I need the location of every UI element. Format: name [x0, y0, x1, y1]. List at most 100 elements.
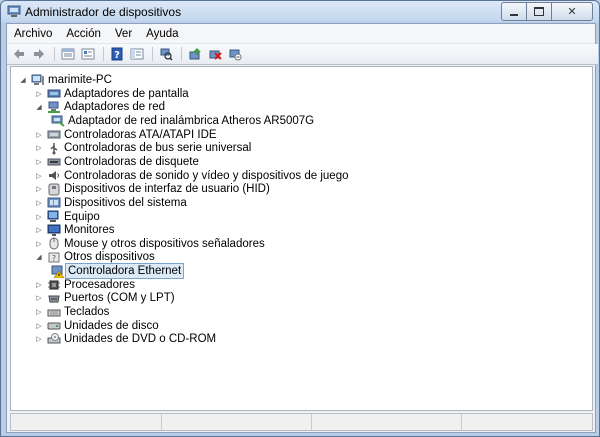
up-level-button[interactable] [59, 46, 77, 62]
device-manager-icon [7, 5, 21, 17]
disable-icon [229, 49, 242, 61]
tree-category-node[interactable]: ▷ Procesadores [35, 278, 135, 292]
expand-arrow-icon[interactable]: ▷ [35, 128, 43, 142]
expand-arrow-icon[interactable]: ▷ [35, 141, 43, 155]
display-adapter-icon [47, 89, 61, 98]
tree-category-node[interactable]: ▷ Dispositivos de interfaz de usuario (HI… [35, 182, 270, 196]
client-area: Archivo Acción Ver Ayuda ? ◢ marimite-PC… [6, 23, 598, 433]
usb-icon [50, 142, 58, 155]
tree-child-node[interactable]: Adaptador de red inalámbrica Atheros AR5… [51, 114, 314, 128]
tree-node-label: Controladoras de sonido y vídeo y dispos… [64, 169, 349, 182]
forward-icon [34, 49, 44, 59]
menu-ver[interactable]: Ver [108, 28, 139, 40]
expand-arrow-icon[interactable]: ▷ [35, 169, 43, 183]
expand-arrow-icon[interactable]: ▷ [35, 182, 43, 196]
system-devices-icon [47, 197, 61, 208]
expand-arrow-icon[interactable]: ▷ [35, 237, 43, 251]
tree-category-node[interactable]: ▷ Equipo [35, 210, 100, 224]
toolbar: ? [7, 44, 598, 65]
computer-icon [31, 74, 44, 85]
menu-archivo[interactable]: Archivo [7, 28, 59, 40]
disk-drive-icon [47, 322, 61, 330]
svg-text:?: ? [52, 254, 56, 263]
tree-category-node[interactable]: ▷ Unidades de DVD o CD-ROM [35, 332, 216, 346]
help-button[interactable]: ? [108, 46, 126, 62]
sound-icon [49, 171, 59, 181]
svg-text:?: ? [114, 50, 120, 61]
computer-icon [47, 210, 59, 222]
tree-node-label: Adaptadores de red [64, 101, 166, 114]
disable-button[interactable] [226, 46, 244, 62]
show-hide-icon [130, 48, 144, 60]
menu-ayuda[interactable]: Ayuda [139, 28, 185, 40]
update-driver-button[interactable] [186, 46, 204, 62]
expand-arrow-icon[interactable]: ▷ [35, 87, 43, 101]
expand-arrow-icon[interactable]: ▷ [35, 278, 43, 292]
expand-arrow-icon[interactable]: ▷ [35, 332, 43, 346]
status-cell [161, 414, 312, 430]
status-bar [10, 413, 593, 431]
close-button[interactable]: ✕ [551, 2, 593, 21]
title-bar[interactable]: Administrador de dispositivos ✕ [1, 1, 599, 23]
toolbar-separator [181, 47, 182, 61]
minimize-icon [510, 13, 518, 16]
collapse-arrow-icon[interactable]: ◢ [35, 250, 43, 264]
monitor-icon [47, 224, 61, 236]
back-button[interactable] [10, 46, 28, 62]
device-tree[interactable]: ◢ marimite-PC ▷ Adaptadores de pantalla ◢ A… [10, 66, 593, 411]
expand-arrow-icon[interactable]: ▷ [35, 319, 43, 333]
tree-category-node[interactable]: ▷ Controladoras de disquete [35, 155, 199, 169]
forward-button[interactable] [30, 46, 48, 62]
tree-node-label: Adaptadores de pantalla [64, 87, 189, 100]
expand-arrow-icon[interactable]: ▷ [35, 196, 43, 210]
expand-arrow-icon[interactable]: ▷ [35, 291, 43, 305]
scan-hardware-button[interactable] [157, 46, 175, 62]
tree-node-label: Mouse y otros dispositivos señaladores [64, 237, 265, 250]
menu-bar: Archivo Acción Ver Ayuda [7, 24, 595, 44]
tree-category-node[interactable]: ◢ Adaptadores de red [35, 100, 165, 114]
properties-button[interactable] [79, 46, 97, 62]
tree-node-label: Adaptador de red inalámbrica Atheros AR5… [68, 114, 315, 127]
dvd-drive-icon [47, 332, 61, 344]
tree-node-label: Equipo [64, 210, 100, 223]
mouse-icon [49, 237, 59, 250]
toolbar-separator [54, 47, 55, 61]
collapse-arrow-icon[interactable]: ◢ [19, 73, 27, 87]
warning-device-icon [51, 265, 65, 278]
expand-arrow-icon[interactable]: ▷ [35, 210, 43, 224]
tree-category-node[interactable]: ▷ Adaptadores de pantalla [35, 87, 189, 101]
minimize-button[interactable] [501, 2, 527, 21]
show-hide-button[interactable] [128, 46, 146, 62]
tree-category-node[interactable]: ▷ Controladoras de sonido y vídeo y dispo… [35, 169, 348, 183]
tree-child-node[interactable]: Controladora Ethernet [51, 263, 185, 280]
close-icon: ✕ [567, 6, 577, 18]
tree-category-node[interactable]: ▷ Puertos (COM y LPT) [35, 291, 174, 305]
tree-root[interactable]: ◢ marimite-PC [19, 73, 112, 87]
tree-category-node[interactable]: ▷ Dispositivos del sistema [35, 196, 186, 210]
uninstall-button[interactable] [206, 46, 224, 62]
tree-node-label: Procesadores [64, 278, 135, 291]
tree-category-node[interactable]: ▷ Controladoras de bus serie universal [35, 141, 251, 155]
tree-node-label: Controladoras de bus serie universal [64, 142, 252, 155]
scan-icon [160, 48, 173, 61]
hid-icon [48, 183, 60, 196]
maximize-button[interactable] [526, 2, 552, 21]
tree-category-node[interactable]: ▷ Unidades de disco [35, 319, 158, 333]
device-manager-window: Administrador de dispositivos ✕ Archivo … [0, 0, 600, 437]
help-icon: ? [111, 47, 123, 61]
tree-category-node[interactable]: ▷ Controladoras ATA/ATAPI IDE [35, 128, 216, 142]
keyboard-icon [47, 309, 61, 317]
menu-accion[interactable]: Acción [59, 28, 108, 40]
expand-arrow-icon[interactable]: ▷ [35, 305, 43, 319]
tree-category-node[interactable]: ▷ Teclados [35, 305, 109, 319]
tree-node-label: Controladoras de disquete [64, 155, 199, 168]
tree-category-node[interactable]: ▷ Mouse y otros dispositivos señaladores [35, 237, 265, 251]
expand-arrow-icon[interactable]: ▷ [35, 223, 43, 237]
tree-category-node[interactable]: ▷ Monitores [35, 223, 115, 237]
network-card-icon [51, 115, 65, 128]
collapse-arrow-icon[interactable]: ◢ [35, 100, 43, 114]
tree-node-label: Unidades de DVD o CD-ROM [64, 333, 217, 346]
other-devices-icon: ? [48, 252, 60, 263]
window-title: Administrador de dispositivos [25, 5, 182, 19]
expand-arrow-icon[interactable]: ▷ [35, 155, 43, 169]
